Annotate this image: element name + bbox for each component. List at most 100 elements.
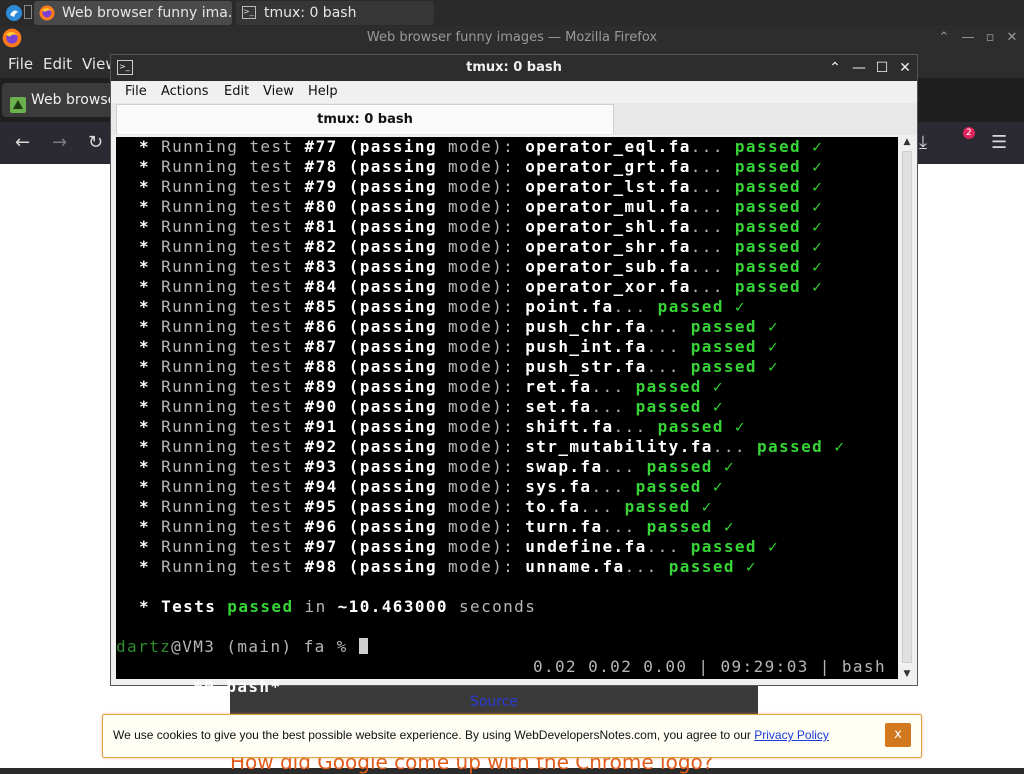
check-icon: ✓ (690, 497, 713, 516)
bullet: * (128, 297, 151, 316)
privacy-policy-link[interactable]: Privacy Policy (754, 728, 829, 742)
mode-paren: ( (348, 557, 360, 576)
close-icon[interactable]: ✕ (896, 55, 914, 81)
bullet: * (128, 557, 151, 576)
maximize-icon[interactable]: ☐ (873, 55, 891, 81)
tmux-status-right: 0.02 0.02 0.00 | 09:29:03 | bash (532, 657, 886, 676)
terminal-screen[interactable]: * Running test #77 (passing mode): opera… (116, 137, 898, 696)
cookie-close-button[interactable]: x (885, 723, 911, 747)
check-icon: ✓ (734, 557, 757, 576)
minimize-icon[interactable]: ⌃ (936, 26, 952, 50)
mode-label: mode): (436, 317, 526, 336)
running-label: Running test (150, 177, 305, 196)
passed-label: passed (734, 217, 802, 236)
bullet: * (128, 417, 151, 436)
mode-word: passing (359, 197, 437, 216)
menu-view[interactable]: View (263, 81, 294, 103)
menu-file[interactable]: File (125, 81, 147, 103)
test-file: operator_shl.fa (525, 217, 691, 236)
passed-label: passed (624, 497, 691, 516)
summary-passed: passed (227, 597, 294, 616)
terminal-scrollbar[interactable]: ▲ ▼ (900, 137, 914, 679)
mode-word: passing (359, 317, 437, 336)
back-icon[interactable]: ← (15, 122, 30, 164)
check-icon: ✓ (801, 197, 824, 216)
mode-label: mode): (436, 277, 526, 296)
test-result-line: * Running test #87 (passing mode): push_… (128, 337, 779, 357)
test-number: #84 (304, 277, 338, 296)
check-icon: ✓ (756, 357, 780, 376)
passed-label: passed (690, 337, 757, 356)
bullet: * (128, 277, 151, 296)
test-result-line: * Running test #91 (passing mode): shift… (128, 417, 746, 437)
task-label: Web browser funny ima... (62, 5, 232, 21)
taskbar-task-firefox[interactable]: Web browser funny ima... (34, 1, 232, 25)
reload-icon[interactable]: ↻ (88, 122, 103, 164)
mode-word: passing (359, 437, 437, 456)
bullet: * (128, 137, 151, 156)
menu-file[interactable]: File (8, 50, 33, 78)
ellipsis: ... (690, 197, 735, 216)
bullet: * (128, 257, 151, 276)
terminal-tabbar: tmux: 0 bash (111, 103, 917, 135)
hamburger-menu-icon[interactable]: ☰ (991, 122, 1007, 164)
menu-actions[interactable]: Actions (161, 81, 209, 103)
mode-word: passing (359, 537, 437, 556)
mode-paren: ( (348, 317, 360, 336)
scroll-down-icon[interactable]: ▼ (900, 669, 914, 679)
minimize-icon[interactable]: — (850, 55, 868, 81)
test-number: #81 (304, 217, 338, 236)
forward-icon[interactable]: → (52, 122, 67, 164)
ellipsis: ... (690, 137, 735, 156)
mode-paren: ( (348, 337, 360, 356)
test-number: #85 (304, 297, 338, 316)
menu-edit[interactable]: Edit (224, 81, 249, 103)
passed-label: passed (734, 257, 802, 276)
running-label: Running test (150, 397, 305, 416)
terminal-tab[interactable]: tmux: 0 bash (116, 104, 614, 134)
ellipsis: ... (646, 317, 691, 336)
keep-above-icon[interactable]: ⌃ (826, 55, 844, 81)
ellipsis: ... (591, 397, 636, 416)
test-file: undefine.fa (525, 537, 647, 556)
test-number: #82 (304, 237, 338, 256)
check-icon: ✓ (801, 237, 824, 256)
download-icon[interactable]: ⤓ (919, 122, 927, 164)
menu-edit[interactable]: Edit (43, 50, 72, 78)
ellipsis: ... (690, 237, 735, 256)
ellipsis: ... (602, 517, 647, 536)
mode-label: mode): (436, 217, 526, 236)
taskbar-task-terminal[interactable]: >_ tmux: 0 bash (236, 1, 434, 25)
show-desktop-icon[interactable] (24, 5, 32, 19)
check-icon: ✓ (701, 477, 724, 496)
terminal-titlebar: >_ tmux: 0 bash ⌃ — ☐ ✕ (111, 55, 917, 81)
taskbar: Web browser funny ima... >_ tmux: 0 bash (0, 0, 1024, 26)
source-link[interactable]: Source (230, 694, 758, 710)
test-number: #89 (304, 377, 338, 396)
mode-word: passing (359, 237, 437, 256)
mode-word: passing (359, 277, 437, 296)
bullet: * (128, 237, 151, 256)
maximize-icon[interactable]: ▫ (982, 26, 998, 50)
tmux-window-list[interactable]: *0 bash* (182, 677, 281, 696)
close-icon[interactable]: ✕ (1004, 26, 1020, 50)
scrollbar-thumb[interactable] (902, 151, 912, 663)
ellipsis: ... (580, 497, 625, 516)
menu-help[interactable]: Help (308, 81, 338, 103)
app-menu-icon[interactable] (5, 4, 23, 22)
test-number: #92 (304, 437, 338, 456)
minimize-icon[interactable]: — (960, 26, 976, 50)
passed-label: passed (734, 237, 802, 256)
mode-paren: ( (348, 437, 360, 456)
firefox-window-title: Web browser funny images — Mozilla Firef… (366, 30, 658, 45)
mode-label: mode): (436, 377, 526, 396)
scroll-up-icon[interactable]: ▲ (900, 137, 914, 147)
summary-suffix: seconds (447, 597, 537, 616)
check-icon: ✓ (701, 377, 724, 396)
